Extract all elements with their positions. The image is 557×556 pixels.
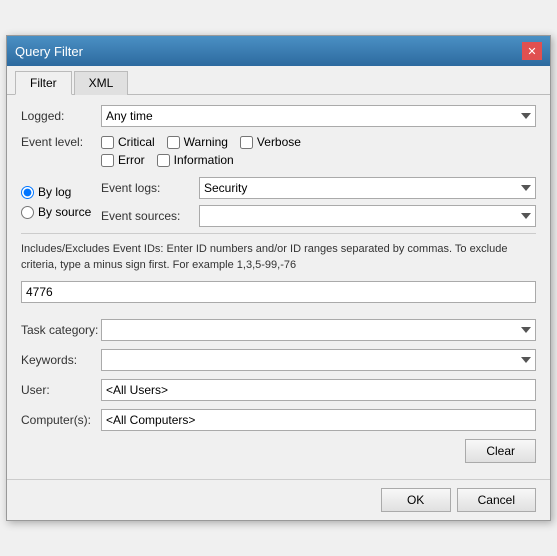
event-logs-row: Event logs: Security Application System (101, 177, 536, 199)
critical-checkbox-label[interactable]: Critical (101, 135, 155, 149)
event-sources-select[interactable] (199, 205, 536, 227)
radio-column: By log By source (21, 177, 101, 227)
event-level-section: Event level: Critical Warning Verbose (21, 135, 536, 171)
event-logs-select[interactable]: Security Application System (199, 177, 536, 199)
event-level-checkboxes: Critical Warning Verbose Error (101, 135, 536, 171)
filter-content: Logged: Any time Last hour Last 12 hours… (7, 95, 550, 479)
log-source-section: By log By source Event logs: Security Ap… (21, 177, 536, 227)
keywords-label: Keywords: (21, 353, 101, 367)
event-logs-select-wrapper: Security Application System (199, 177, 536, 199)
user-row: User: (21, 379, 536, 401)
by-source-radio[interactable] (21, 206, 34, 219)
verbose-label: Verbose (257, 135, 301, 149)
computers-row: Computer(s): (21, 409, 536, 431)
information-checkbox[interactable] (157, 154, 170, 167)
critical-checkbox[interactable] (101, 136, 114, 149)
event-logs-label: Event logs: (101, 181, 191, 195)
dialog-title: Query Filter (15, 44, 83, 59)
title-bar: Query Filter ✕ (7, 36, 550, 66)
user-label: User: (21, 383, 101, 397)
verbose-checkbox-label[interactable]: Verbose (240, 135, 301, 149)
clear-button[interactable]: Clear (465, 439, 536, 463)
logged-select-wrapper: Any time Last hour Last 12 hours Last 24… (101, 105, 536, 127)
task-category-select-wrapper (101, 319, 536, 341)
ok-button[interactable]: OK (381, 488, 451, 512)
task-category-select[interactable] (101, 319, 536, 341)
user-input[interactable] (101, 379, 536, 401)
event-level-row1: Critical Warning Verbose (101, 135, 536, 149)
tabs-container: Filter XML (7, 66, 550, 95)
close-button[interactable]: ✕ (522, 42, 542, 60)
warning-label: Warning (184, 135, 228, 149)
logged-select[interactable]: Any time Last hour Last 12 hours Last 24… (101, 105, 536, 127)
by-log-radio-label[interactable]: By log (21, 185, 101, 199)
warning-checkbox-label[interactable]: Warning (167, 135, 228, 149)
error-label: Error (118, 153, 145, 167)
verbose-checkbox[interactable] (240, 136, 253, 149)
tab-filter[interactable]: Filter (15, 71, 72, 95)
keywords-select[interactable] (101, 349, 536, 371)
logged-label: Logged: (21, 109, 101, 123)
warning-checkbox[interactable] (167, 136, 180, 149)
event-ids-row (21, 281, 536, 311)
bottom-buttons: OK Cancel (7, 479, 550, 520)
information-checkbox-label[interactable]: Information (157, 153, 234, 167)
information-label: Information (174, 153, 234, 167)
description-text: Includes/Excludes Event IDs: Enter ID nu… (21, 233, 536, 273)
logged-row: Logged: Any time Last hour Last 12 hours… (21, 105, 536, 127)
query-filter-dialog: Query Filter ✕ Filter XML Logged: Any ti… (6, 35, 551, 521)
computers-label: Computer(s): (21, 413, 101, 427)
event-level-row2: Error Information (101, 153, 536, 167)
error-checkbox[interactable] (101, 154, 114, 167)
event-sources-label: Event sources: (101, 209, 191, 223)
error-checkbox-label[interactable]: Error (101, 153, 145, 167)
by-log-label: By log (38, 185, 71, 199)
by-source-label: By source (38, 205, 91, 219)
task-category-label: Task category: (21, 323, 101, 337)
by-source-radio-label[interactable]: By source (21, 205, 101, 219)
critical-label: Critical (118, 135, 155, 149)
event-level-label: Event level: (21, 135, 101, 149)
event-log-rows: Event logs: Security Application System … (101, 177, 536, 227)
event-ids-input[interactable] (21, 281, 536, 303)
task-category-row: Task category: (21, 319, 536, 341)
event-sources-select-wrapper (199, 205, 536, 227)
cancel-button[interactable]: Cancel (457, 488, 536, 512)
keywords-select-wrapper (101, 349, 536, 371)
keywords-row: Keywords: (21, 349, 536, 371)
by-log-radio[interactable] (21, 186, 34, 199)
tab-xml[interactable]: XML (74, 71, 129, 95)
computers-input[interactable] (101, 409, 536, 431)
clear-button-row: Clear (21, 439, 536, 463)
event-sources-row: Event sources: (101, 205, 536, 227)
